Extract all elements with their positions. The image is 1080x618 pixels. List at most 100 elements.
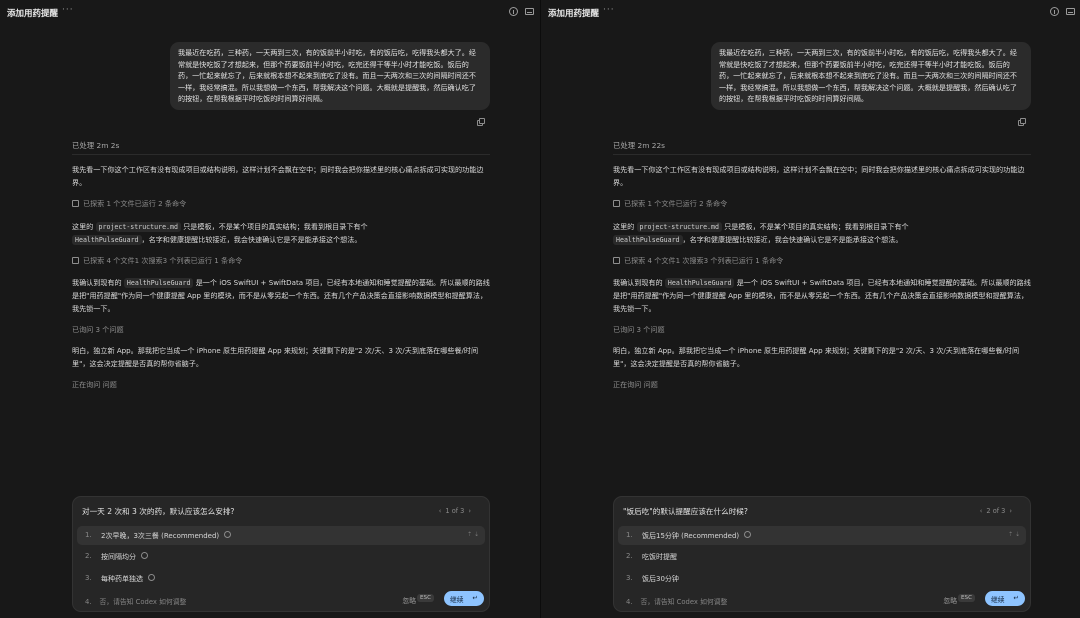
more-menu-icon[interactable]: ··· [603, 5, 615, 15]
activity-icon [72, 200, 79, 207]
assistant-paragraph-4: 明白，独立新 App。那我把它当成一个 iPhone 原生用药提醒 App 来规… [72, 346, 479, 368]
chat-pane-left: 添加用药提醒 ··· 我最近在吃药，三种药，一天两到三次，有的饭前半小时吃，有的… [0, 0, 540, 618]
inline-code-project: HealthPulseGuard [664, 278, 735, 288]
asking-status: 正在询问 问题 [72, 380, 117, 389]
explored-summary-1-text: 已探索 1 个文件已运行 2 条命令 [83, 199, 187, 208]
info-icon[interactable] [141, 552, 148, 559]
assistant-paragraph-4: 明白，独立新 App。那我把它当成一个 iPhone 原生用药提醒 App 来规… [613, 346, 1020, 368]
activity-icon [613, 200, 620, 207]
option-label: 2次早晚，3次三餐 (Recommended) [101, 531, 232, 541]
option-number: 4. [85, 598, 92, 606]
thread-title: 添加用药提醒 [7, 9, 59, 19]
paragraph-text: ，名字和健康提醒比较接近，我会快速确认它是不是能承接这个想法。 [141, 234, 362, 244]
continue-label: 继续 [450, 596, 464, 604]
option-number: 2. [626, 552, 633, 560]
question-pager: ‹ 1 of 3 › [435, 507, 475, 515]
other-response-input[interactable]: 4. 否，请告知 Codex 如何调整 [85, 596, 186, 606]
paragraph-text: 只是模板，不是某个项目的真实结构；我看到根目录下有个 [183, 222, 368, 231]
panel-toggle-icon[interactable] [525, 8, 534, 15]
divider [613, 154, 1031, 155]
option-label: 吃饭时提醒 [642, 553, 677, 561]
info-icon[interactable] [224, 531, 232, 538]
other-response-placeholder: 否，请告知 Codex 如何调整 [640, 598, 728, 606]
explored-summary-1[interactable]: 已探索 1 个文件已运行 2 条命令 [72, 199, 186, 209]
question-panel: "饭后吃"的默认提醒应该在什么时候? ‹ 2 of 3 › 1. 饭后15分钟 (R… [613, 496, 1031, 612]
option-number: 4. [626, 598, 633, 606]
paragraph-text: 只是模板，不是某个项目的真实结构；我看到根目录下有个 [724, 222, 909, 231]
option-label: 每种药单独选 [101, 574, 155, 584]
option-2[interactable]: 2. 吃饭时提醒 [618, 547, 1026, 566]
activity-icon [72, 257, 79, 264]
option-3[interactable]: 3. 每种药单独选 [77, 569, 485, 588]
assistant-paragraph-2: 这里的 project-structure.md 只是模板，不是某个项目的真实结… [72, 221, 490, 247]
esc-key-hint: ESC [417, 594, 434, 602]
assistant-paragraph-2: 这里的 project-structure.md 只是模板，不是某个项目的真实结… [613, 221, 1031, 247]
question-panel: 对一天 2 次和 3 次的药，默认应该怎么安排? ‹ 1 of 3 › 1. 2次早… [72, 496, 490, 612]
option-number: 3. [85, 574, 92, 582]
option-number: 2. [85, 552, 92, 560]
assistant-paragraph-1: 我先看一下你这个工作区有没有现成项目或结构说明，这样计划不会飘在空中；同时我会把… [72, 165, 484, 187]
processed-duration[interactable]: 已处理 2m 2s [72, 140, 119, 151]
explored-summary-2-text: 已探索 4 个文件1 次搜索3 个列表已运行 1 条命令 [83, 256, 243, 265]
info-icon[interactable] [1050, 7, 1059, 16]
info-icon[interactable] [744, 531, 752, 538]
more-menu-icon[interactable]: ··· [62, 5, 74, 15]
explored-summary-1-text: 已探索 1 个文件已运行 2 条命令 [624, 199, 728, 208]
question-text: 对一天 2 次和 3 次的药，默认应该怎么安排? [82, 507, 235, 516]
option-3[interactable]: 3. 饭后30分钟 [618, 569, 1026, 588]
question-text: "饭后吃"的默认提醒应该在什么时候? [623, 507, 748, 516]
option-label: 饭后15分钟 (Recommended) [642, 531, 752, 541]
prev-question-icon[interactable]: ‹ [980, 507, 983, 515]
arrow-keys-hint: ⇡ ⇣ [1008, 531, 1020, 538]
inline-code-file: project-structure.md [636, 222, 722, 232]
explored-summary-2[interactable]: 已探索 4 个文件1 次搜索3 个列表已运行 1 条命令 [613, 256, 783, 266]
explored-summary-1[interactable]: 已探索 1 个文件已运行 2 条命令 [613, 199, 727, 209]
title-bar: 添加用药提醒 ··· [541, 0, 1080, 24]
option-label: 按间隔均分 [101, 552, 148, 562]
option-label-text: 2次早晚，3次三餐 (Recommended) [101, 532, 220, 540]
prev-question-icon[interactable]: ‹ [439, 507, 442, 515]
info-icon[interactable] [148, 574, 155, 581]
processed-duration[interactable]: 已处理 2m 22s [613, 140, 665, 151]
next-question-icon[interactable]: › [1009, 507, 1012, 515]
explored-summary-2[interactable]: 已探索 4 个文件1 次搜索3 个列表已运行 1 条命令 [72, 256, 242, 266]
thread-title: 添加用药提醒 [548, 9, 600, 19]
info-icon[interactable] [509, 7, 518, 16]
option-label-text: 饭后15分钟 (Recommended) [642, 532, 740, 540]
chat-pane-right: 添加用药提醒 ··· 我最近在吃药，三种药，一天两到三次，有的饭前半小时吃，有的… [540, 0, 1080, 618]
copy-icon[interactable] [477, 118, 485, 126]
copy-icon[interactable] [1018, 118, 1026, 126]
asked-summary[interactable]: 已询问 3 个问题 [72, 325, 124, 335]
continue-button[interactable]: 继续 ↵ [985, 591, 1025, 606]
option-number: 1. [85, 531, 92, 539]
panel-toggle-icon[interactable] [1066, 8, 1075, 15]
asked-summary[interactable]: 已询问 3 个问题 [613, 325, 665, 335]
option-2[interactable]: 2. 按间隔均分 [77, 547, 485, 566]
option-label-text: 按间隔均分 [101, 553, 136, 561]
pager-text: 1 of 3 [445, 507, 465, 515]
explored-summary-2-text: 已探索 4 个文件1 次搜索3 个列表已运行 1 条命令 [624, 256, 784, 265]
inline-code-project: HealthPulseGuard [613, 234, 683, 245]
question-pager: ‹ 2 of 3 › [976, 507, 1016, 515]
paragraph-text: ，名字和健康提醒比较接近，我会快速确认它是不是能承接这个想法。 [682, 234, 903, 244]
return-key-icon: ↵ [472, 594, 478, 602]
option-1[interactable]: 1. 2次早晚，3次三餐 (Recommended) ⇡ ⇣ [77, 526, 485, 545]
activity-icon [613, 257, 620, 264]
inline-code-project: HealthPulseGuard [72, 234, 142, 245]
arrow-keys-hint: ⇡ ⇣ [467, 531, 479, 538]
pager-text: 2 of 3 [986, 507, 1006, 515]
continue-button[interactable]: 继续 ↵ [444, 591, 484, 606]
dismiss-button[interactable]: 忽略 [943, 595, 957, 605]
next-question-icon[interactable]: › [468, 507, 471, 515]
asking-status: 正在询问 问题 [613, 380, 658, 389]
option-label-text: 每种药单独选 [101, 575, 143, 583]
continue-label: 继续 [991, 596, 1005, 604]
paragraph-text: 这里的 [72, 222, 94, 231]
assistant-paragraph-3: 我确认到现有的 HealthPulseGuard 是一个 iOS SwiftUI… [613, 277, 1031, 315]
return-key-icon: ↵ [1013, 594, 1019, 602]
dismiss-button[interactable]: 忽略 [402, 595, 416, 605]
user-message-bubble: 我最近在吃药，三种药，一天两到三次，有的饭前半小时吃，有的饭后吃，吃得我头都大了… [170, 42, 490, 110]
inline-code-file: project-structure.md [95, 222, 181, 232]
option-1[interactable]: 1. 饭后15分钟 (Recommended) ⇡ ⇣ [618, 526, 1026, 545]
other-response-input[interactable]: 4. 否，请告知 Codex 如何调整 [626, 596, 727, 606]
